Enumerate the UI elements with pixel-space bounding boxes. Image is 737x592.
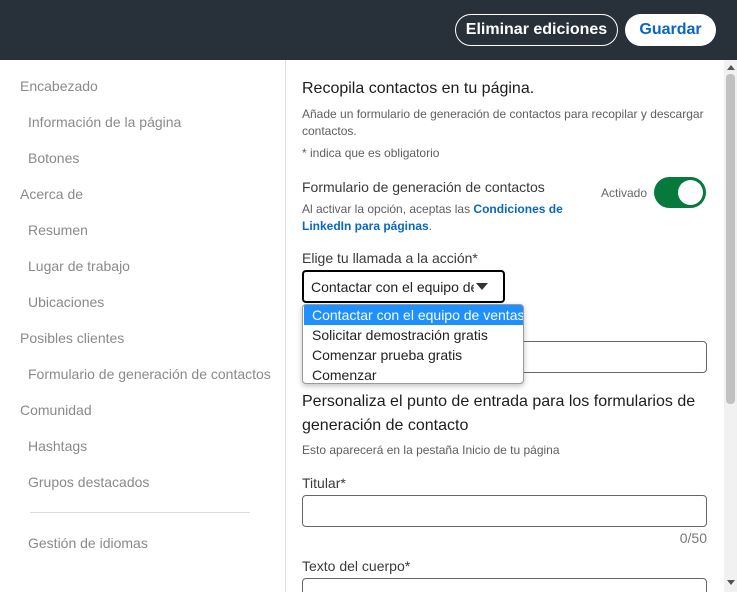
discard-edits-button[interactable]: Eliminar ediciones bbox=[455, 14, 618, 46]
sidebar-item-locations[interactable]: Ubicaciones bbox=[28, 294, 104, 310]
cta-label: Elige tu llamada a la acción* bbox=[302, 250, 478, 266]
required-note: * indica que es obligatorio bbox=[302, 146, 440, 160]
scroll-up-arrow-icon[interactable] bbox=[727, 65, 735, 70]
chevron-down-icon bbox=[476, 283, 488, 290]
headline-input[interactable] bbox=[302, 495, 707, 527]
lead-form-toggle[interactable] bbox=[654, 177, 706, 208]
cta-option-free-trial[interactable]: Comenzar prueba gratis bbox=[304, 345, 523, 365]
lead-form-toggle-label: Formulario de generación de contactos bbox=[302, 179, 545, 195]
top-action-bar: Eliminar ediciones Guardar bbox=[0, 0, 737, 60]
section-title: Recopila contactos en tu página. bbox=[302, 80, 535, 97]
cta-select[interactable]: Contactar con el equipo de ventas bbox=[302, 270, 505, 303]
terms-note: Al activar la opción, aceptas las Condic… bbox=[302, 201, 567, 235]
sidebar-item-workplace[interactable]: Lugar de trabajo bbox=[28, 258, 130, 274]
headline-char-counter: 0/50 bbox=[679, 530, 707, 546]
cta-option-request-demo[interactable]: Solicitar demostración gratis bbox=[304, 325, 523, 345]
terms-note-suffix: . bbox=[428, 219, 433, 233]
sidebar-group-encabezado[interactable]: Encabezado bbox=[20, 78, 98, 94]
save-button[interactable]: Guardar bbox=[625, 14, 716, 46]
cta-dropdown-list: Contactar con el equipo de ventas Solici… bbox=[302, 304, 524, 384]
entry-point-description: Esto aparecerá en la pestaña Inicio de t… bbox=[302, 443, 560, 457]
sidebar-group-community[interactable]: Comunidad bbox=[20, 402, 92, 418]
sidebar-item-hashtags[interactable]: Hashtags bbox=[28, 438, 87, 454]
terms-note-prefix: Al activar la opción, aceptas las bbox=[302, 202, 474, 216]
sidebar-divider bbox=[30, 512, 250, 513]
sidebar-item-buttons[interactable]: Botones bbox=[28, 150, 79, 166]
body-text-input[interactable] bbox=[302, 578, 707, 592]
sidebar-item-lead-gen-form[interactable]: Formulario de generación de contactos bbox=[28, 366, 271, 382]
cta-option-contact-sales[interactable]: Contactar con el equipo de ventas bbox=[304, 305, 523, 325]
cta-select-value: Contactar con el equipo de ventas bbox=[311, 279, 474, 295]
main-scrollbar[interactable] bbox=[724, 60, 737, 592]
sidebar-item-overview[interactable]: Resumen bbox=[28, 222, 88, 238]
cta-option-get-started[interactable]: Comenzar bbox=[304, 365, 523, 383]
toggle-state-label: Activado bbox=[601, 186, 648, 200]
sidebar-item-language-management[interactable]: Gestión de idiomas bbox=[28, 535, 148, 551]
scrollbar-thumb[interactable] bbox=[726, 74, 735, 404]
sidebar-nav: Encabezado Información de la página Boto… bbox=[0, 60, 286, 592]
sidebar-item-page-info[interactable]: Información de la página bbox=[28, 114, 181, 130]
sidebar-group-about[interactable]: Acerca de bbox=[20, 186, 83, 202]
toggle-knob bbox=[678, 180, 703, 205]
headline-label: Titular* bbox=[302, 475, 346, 491]
sidebar-item-featured-groups[interactable]: Grupos destacados bbox=[28, 474, 149, 490]
scroll-down-arrow-icon[interactable] bbox=[727, 580, 735, 585]
body-text-label: Texto del cuerpo* bbox=[302, 558, 411, 574]
entry-point-title: Personaliza el punto de entrada para los… bbox=[302, 393, 696, 434]
section-description: Añade un formulario de generación de con… bbox=[302, 107, 704, 138]
sidebar-group-leads[interactable]: Posibles clientes bbox=[20, 330, 124, 346]
